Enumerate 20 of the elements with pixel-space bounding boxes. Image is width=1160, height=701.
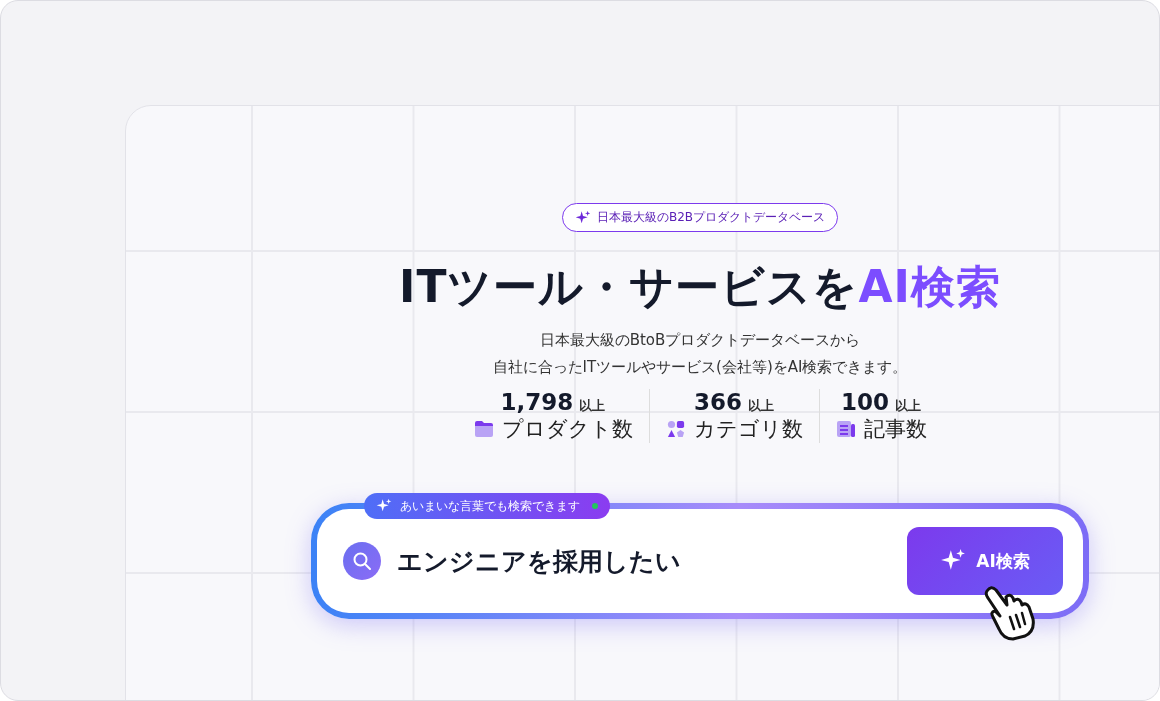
headline: ITツール・サービスをAI検索 — [399, 260, 1001, 314]
stat-label: 記事数 — [863, 416, 927, 443]
sparkle-icon — [574, 209, 591, 226]
description: 日本最大級のBtoBプロダクトデータベースから 自社に合ったITツールやサービス(会社等)をAI検索できます。 — [492, 330, 908, 378]
ai-search-button[interactable]: AI検索 — [907, 527, 1063, 595]
sparkle-icon — [376, 498, 392, 514]
shapes-icon — [665, 420, 686, 438]
stat-label: プロダクト数 — [501, 416, 633, 443]
stat-value: 1,798 — [500, 389, 574, 415]
stat-label: カテゴリ数 — [693, 416, 803, 443]
badge-label: 日本最大級のB2Bプロダクトデータベース — [596, 209, 826, 226]
stat-value: 366 — [694, 389, 742, 415]
stat-suffix: 以上 — [748, 397, 774, 415]
status-dot — [592, 503, 598, 509]
article-icon — [835, 420, 856, 438]
folder-icon — [473, 420, 494, 438]
stat-suffix: 以上 — [579, 397, 606, 415]
stat-value: 100 — [841, 389, 889, 415]
search-icon — [343, 542, 381, 580]
stat-suffix: 以上 — [895, 397, 921, 415]
